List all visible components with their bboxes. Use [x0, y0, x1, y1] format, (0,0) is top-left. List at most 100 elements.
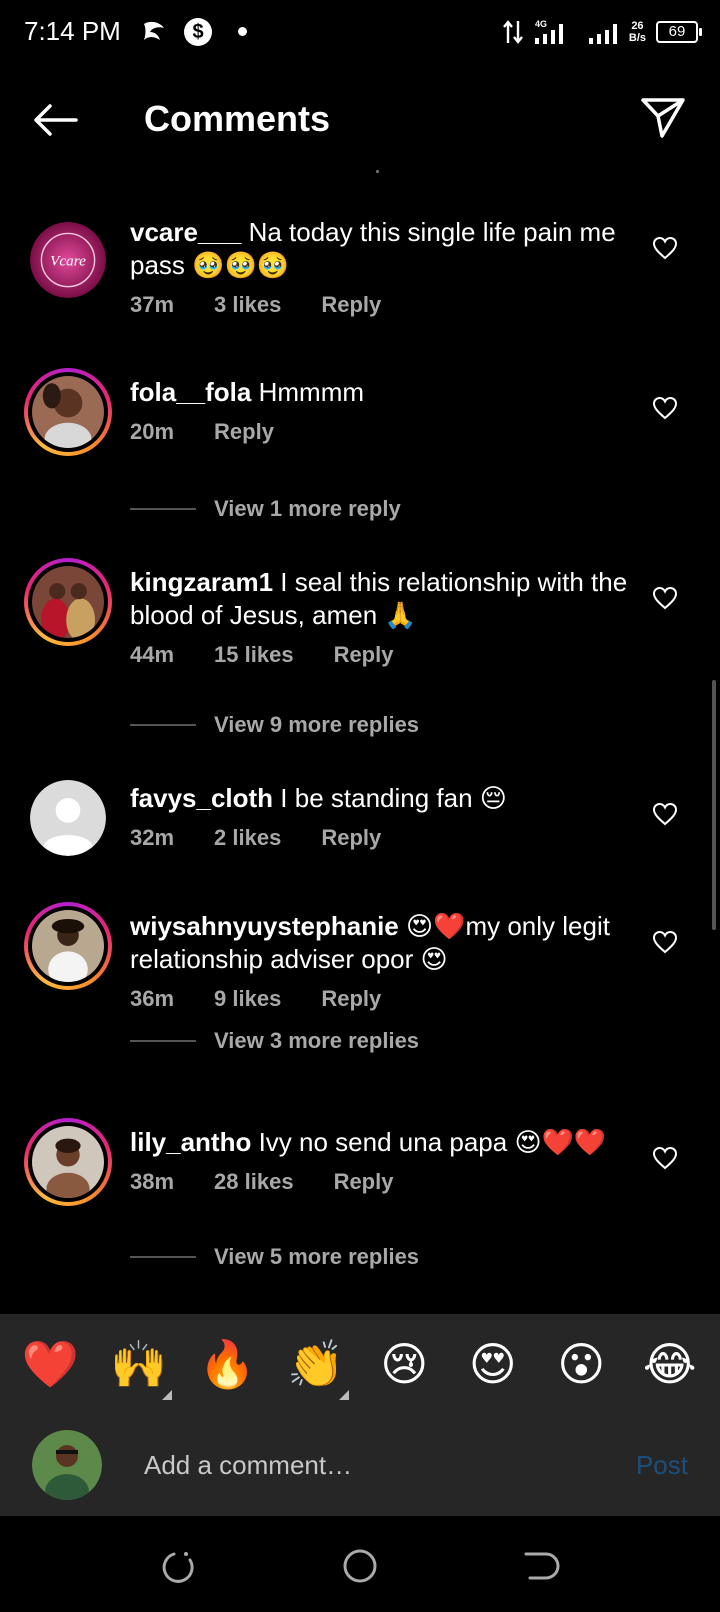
comment-likes[interactable]: 2 likes — [214, 825, 281, 851]
view-replies-label: View 5 more replies — [214, 1244, 420, 1269]
page-title: Comments — [144, 98, 331, 139]
view-replies-button[interactable]: View 9 more replies — [130, 712, 419, 738]
current-user-avatar[interactable] — [32, 1430, 102, 1500]
avatar-inner — [28, 906, 108, 988]
comment-body: fola__fola Hmmmm 20m Reply — [130, 376, 630, 445]
comments-list[interactable]: Vcare vcare___ Na today this single life… — [0, 170, 720, 1314]
emoji-raised-hands-button[interactable]: 🙌 — [104, 1336, 174, 1400]
comment-text: wiysahnyuystephanie 😍❤️my only legit rel… — [130, 910, 630, 976]
emoji-surprised-button[interactable]: 😮 — [546, 1337, 616, 1391]
more-notifications-dot — [238, 27, 247, 36]
heart-icon[interactable] — [652, 396, 678, 420]
comment-input[interactable] — [144, 1440, 584, 1490]
comment-username[interactable]: favys_cloth — [130, 783, 273, 813]
skin-tone-indicator — [338, 1389, 349, 1400]
avatar[interactable] — [24, 368, 112, 456]
view-replies-button[interactable]: View 5 more replies — [130, 1244, 419, 1270]
comment-body: kingzaram1 I seal this relationship with… — [130, 566, 630, 668]
emoji-heart-button[interactable]: ❤️ — [15, 1337, 85, 1392]
emoji-glyph: 🙌 — [110, 1336, 168, 1391]
wiysahnyuystephanie-avatar-image — [32, 910, 104, 988]
comment-time: 20m — [130, 419, 175, 444]
comment-username[interactable]: fola__fola — [130, 377, 251, 407]
comment-username[interactable]: kingzaram1 — [130, 567, 273, 597]
comment-text: lily_antho Ivy no send una papa 😍❤️❤️ — [130, 1126, 630, 1159]
heart-icon[interactable] — [652, 802, 678, 826]
emoji-fire-button[interactable]: 🔥 — [192, 1337, 262, 1392]
avatar[interactable] — [24, 902, 112, 990]
lily-antho-avatar-image — [32, 1126, 104, 1206]
avatar-inner — [28, 372, 108, 456]
emoji-quick-bar: ❤️ 🙌 🔥 👏 😢 😍 😮 😂 — [0, 1314, 720, 1414]
avatar[interactable] — [24, 774, 112, 862]
recent-apps-icon[interactable] — [160, 1546, 200, 1586]
comment-meta: 37m 3 likes Reply — [130, 292, 630, 318]
kingzaram-avatar-image — [32, 566, 104, 642]
network-speed: 26 B/s — [629, 20, 646, 44]
comment-username[interactable]: wiysahnyuystephanie — [130, 911, 399, 941]
comment-text: vcare___ Na today this single life pain … — [130, 216, 630, 282]
reply-button[interactable]: Reply — [321, 986, 381, 1012]
comment-time: 44m — [130, 642, 175, 667]
status-time: 7:14 PM — [24, 16, 121, 46]
comment-username[interactable]: lily_antho — [130, 1127, 251, 1157]
comment-body: favys_cloth I be standing fan 😔 32m 2 li… — [130, 782, 630, 851]
heart-icon[interactable] — [652, 236, 678, 260]
avatar[interactable] — [24, 1118, 112, 1206]
reply-button[interactable]: Reply — [334, 1169, 394, 1195]
emoji-crying-button[interactable]: 😢 — [369, 1337, 439, 1391]
back-nav-icon[interactable] — [520, 1546, 560, 1586]
signal-1-icon: 4G — [534, 19, 563, 44]
emoji-heart-eyes-button[interactable]: 😍 — [458, 1337, 528, 1391]
share-button[interactable] — [640, 96, 686, 140]
post-button[interactable]: Post — [636, 1450, 688, 1481]
heart-icon[interactable] — [652, 1146, 678, 1170]
heart-icon[interactable] — [652, 586, 678, 610]
comment-text: favys_cloth I be standing fan 😔 — [130, 782, 630, 815]
comment-likes[interactable]: 9 likes — [214, 986, 281, 1012]
comment-meta: 44m 15 likes Reply — [130, 642, 630, 668]
view-replies-line — [130, 508, 196, 510]
comment-likes[interactable]: 3 likes — [214, 292, 281, 318]
comment-message: Ivy no send una papa 😍❤️❤️ — [251, 1127, 607, 1157]
home-icon[interactable] — [340, 1546, 380, 1586]
comment-composer: Post — [0, 1414, 720, 1516]
reply-button[interactable]: Reply — [334, 642, 394, 668]
view-replies-button[interactable]: View 3 more replies — [130, 1028, 419, 1054]
reply-button[interactable]: Reply — [321, 292, 381, 318]
comment-message: I be standing fan 😔 — [273, 783, 507, 813]
data-transfer-icon — [502, 20, 523, 44]
navigation-bar — [0, 1516, 720, 1612]
speed-unit: B/s — [628, 32, 646, 44]
comment-likes[interactable]: 15 likes — [214, 642, 294, 668]
avatar-inner — [28, 1122, 108, 1206]
comment-time: 36m — [130, 986, 175, 1011]
reply-button[interactable]: Reply — [321, 825, 381, 851]
scrollbar[interactable] — [712, 680, 716, 930]
emoji-laughing-button[interactable]: 😂 — [635, 1337, 705, 1391]
skin-tone-indicator — [161, 1389, 172, 1400]
emoji-clap-button[interactable]: 👏 — [281, 1337, 351, 1400]
notification-app-icon — [144, 21, 164, 40]
status-bar: 7:14 PM $ 4G 26 B/s 69 — [0, 0, 720, 66]
svg-text:4G: 4G — [535, 19, 547, 29]
status-right: 4G 26 B/s 69 — [502, 16, 702, 48]
view-replies-button[interactable]: View 1 more reply — [130, 496, 401, 522]
battery-indicator: 69 — [656, 21, 702, 43]
view-replies-label: View 9 more replies — [214, 712, 420, 737]
avatar[interactable] — [24, 558, 112, 646]
avatar-inner — [28, 562, 108, 642]
view-replies-label: View 3 more replies — [214, 1028, 420, 1053]
comment-time: 32m — [130, 825, 175, 850]
comment-username[interactable]: vcare___ — [130, 217, 241, 247]
back-button[interactable] — [30, 100, 80, 140]
comment-text: fola__fola Hmmmm — [130, 376, 630, 409]
heart-icon[interactable] — [652, 930, 678, 954]
vcare-avatar-image: Vcare — [30, 222, 106, 298]
header: Comments — [0, 86, 720, 156]
reply-button[interactable]: Reply — [214, 419, 274, 445]
comment-likes[interactable]: 28 likes — [214, 1169, 294, 1195]
signal-2-icon — [588, 24, 617, 44]
comment-body: lily_antho Ivy no send una papa 😍❤️❤️ 38… — [130, 1126, 630, 1195]
avatar[interactable]: Vcare — [24, 216, 112, 304]
